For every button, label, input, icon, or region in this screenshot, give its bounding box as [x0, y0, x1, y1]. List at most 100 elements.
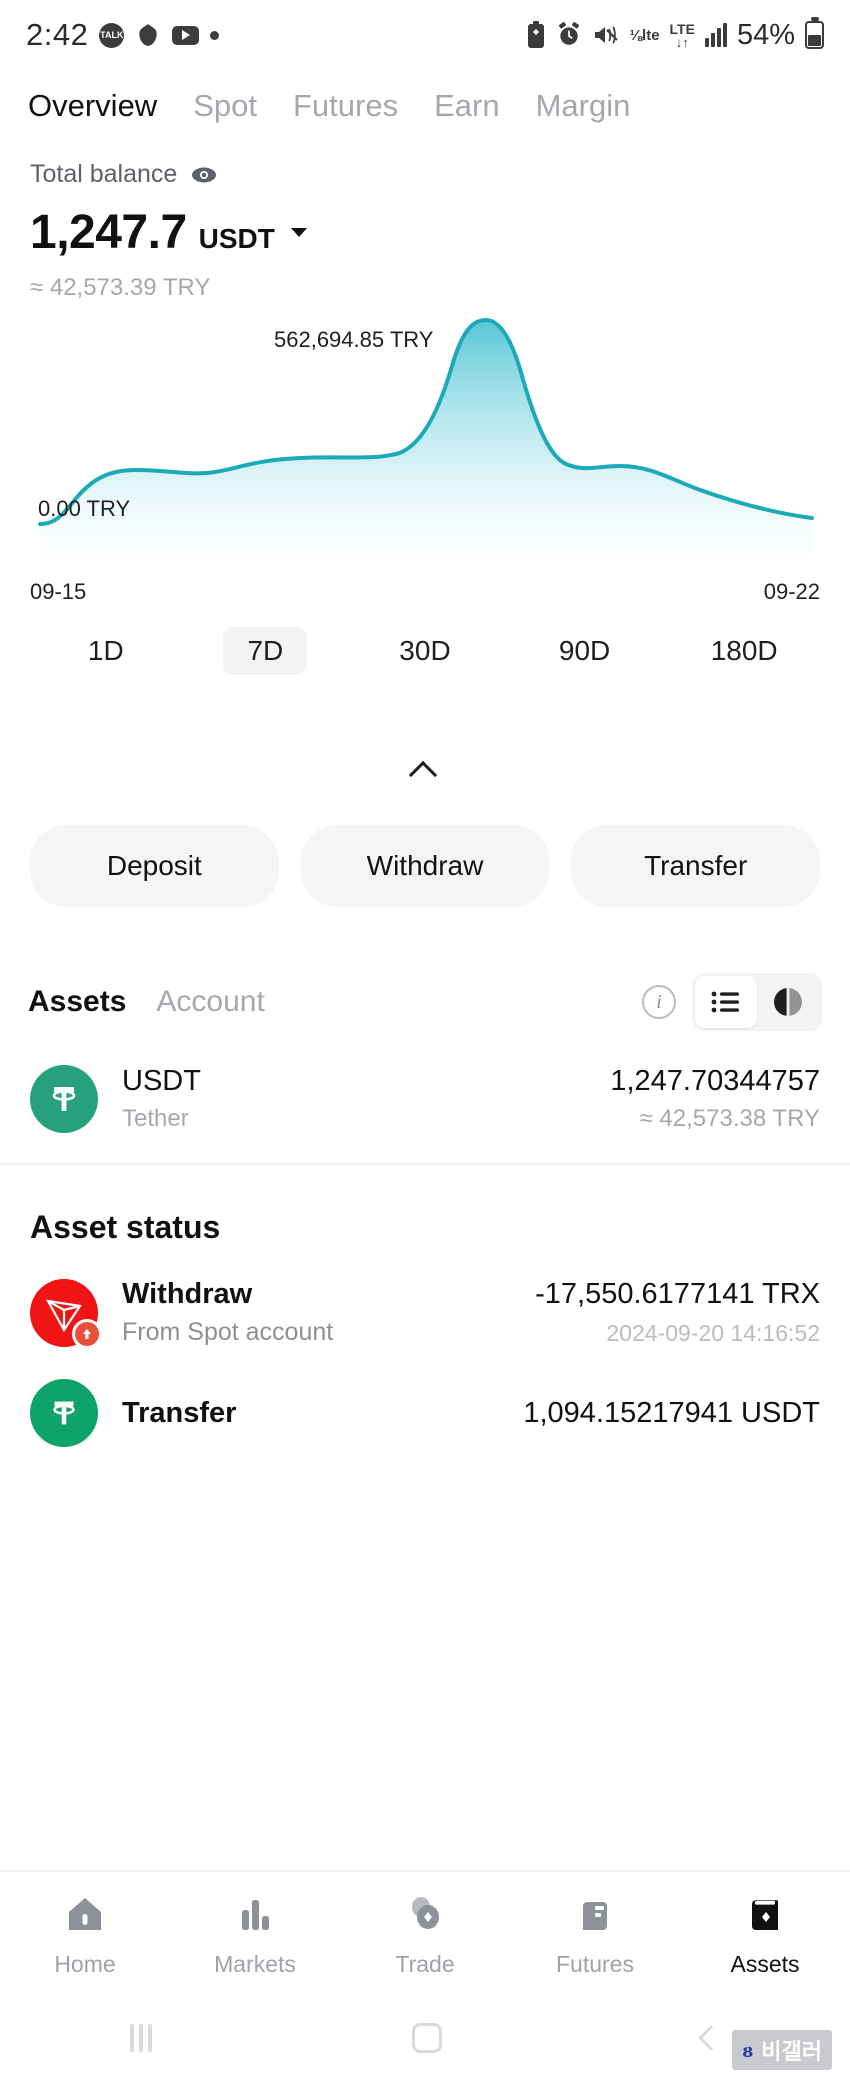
eye-icon[interactable]: [191, 166, 217, 184]
nav-markets[interactable]: Markets: [170, 1892, 340, 1978]
nav-home-label: Home: [54, 1951, 116, 1977]
nav-assets[interactable]: Assets: [680, 1892, 850, 1978]
lte-icon: LTE ↓↑: [669, 20, 695, 50]
action-buttons: Deposit Withdraw Transfer: [0, 783, 850, 907]
alarm-icon: [556, 22, 582, 48]
asset-status-row-transfer[interactable]: Transfer 1,094.15217941 USDT: [0, 1347, 850, 1447]
status-bar: 2:42 TALK ⅛lte LTE ↓↑ 54%: [0, 0, 850, 70]
wallet-icon: [743, 1892, 787, 1941]
balance-section: Total balance 1,247.7 USDT ≈ 42,573.39 T…: [0, 132, 850, 302]
tab-earn[interactable]: Earn: [434, 88, 499, 124]
status-bar-right: ⅛lte LTE ↓↑ 54%: [526, 17, 824, 52]
tab-account[interactable]: Account: [156, 985, 264, 1019]
back-button[interactable]: [698, 2025, 724, 2051]
chart-min-label: 0.00 TRY: [38, 496, 131, 521]
watermark-text: 비갤러: [761, 2039, 822, 2064]
assets-header: Assets Account i: [0, 907, 850, 1031]
collapse-toggle[interactable]: [0, 753, 850, 783]
swish-icon: [135, 22, 161, 48]
nav-futures-label: Futures: [556, 1951, 634, 1977]
status-bar-left: 2:42 TALK: [26, 17, 220, 53]
info-icon[interactable]: i: [642, 985, 676, 1019]
asset-status-title: Asset status: [30, 1209, 221, 1245]
bottom-nav: Home Markets Trade Futures Assets: [0, 1870, 850, 1998]
deposit-button[interactable]: Deposit: [30, 825, 279, 907]
range-30d[interactable]: 30D: [345, 627, 505, 675]
range-180d[interactable]: 180D: [664, 627, 824, 675]
list-view-icon[interactable]: [695, 976, 757, 1028]
asset-list-item-usdt[interactable]: USDT Tether 1,247.70344757 ≈ 42,573.38 T…: [0, 1031, 850, 1163]
status-time: 2024-09-20 14:16:52: [606, 1320, 820, 1346]
tab-assets[interactable]: Assets: [28, 985, 126, 1019]
chart-area-fill: [40, 320, 812, 573]
futures-icon: [573, 1892, 617, 1941]
home-icon: [63, 1892, 107, 1941]
status-values: 1,094.15217941 USDT: [523, 1397, 820, 1430]
range-7d[interactable]: 7D: [223, 627, 308, 675]
home-button[interactable]: [412, 2023, 442, 2053]
recents-button[interactable]: [130, 2024, 152, 2052]
balance-currency: USDT: [198, 223, 275, 254]
chart-max-label: 562,694.85 TRY: [274, 327, 434, 352]
asset-amount: 1,247.70344757: [610, 1065, 820, 1097]
coins-icon: [403, 1892, 447, 1941]
balance-chart[interactable]: 562,694.85 TRY 0.00 TRY: [0, 318, 850, 573]
mute-icon: [592, 22, 620, 48]
pie-view-icon[interactable]: [757, 976, 819, 1028]
withdraw-button[interactable]: Withdraw: [300, 825, 550, 907]
asset-values: 1,247.70344757 ≈ 42,573.38 TRY: [610, 1065, 820, 1133]
nav-trade[interactable]: Trade: [340, 1892, 510, 1978]
range-90d[interactable]: 90D: [505, 627, 665, 675]
tab-overview[interactable]: Overview: [28, 88, 157, 124]
balance-main-row[interactable]: 1,247.7 USDT: [30, 205, 820, 260]
watermark-logo-icon: ᴕ: [742, 2037, 754, 2062]
youtube-icon: [172, 25, 200, 45]
range-selector: 1D 7D 30D 90D 180D: [0, 627, 850, 675]
balance-label-row: Total balance: [30, 160, 820, 189]
range-1d[interactable]: 1D: [26, 627, 186, 675]
usdt-icon-small: [30, 1379, 98, 1447]
asset-meta: USDT Tether: [122, 1065, 201, 1133]
chart-axis-row: 09-15 09-22: [0, 573, 850, 605]
tab-spot[interactable]: Spot: [193, 88, 257, 124]
total-balance-label: Total balance: [30, 160, 178, 188]
status-type: Transfer: [122, 1396, 237, 1429]
kakaotalk-icon: TALK: [99, 22, 125, 48]
status-source: From Spot account: [122, 1318, 334, 1346]
nav-trade-label: Trade: [395, 1951, 455, 1977]
assets-tools: i: [642, 973, 822, 1031]
asset-status-row-withdraw[interactable]: Withdraw From Spot account -17,550.61771…: [0, 1246, 850, 1349]
view-toggle: [692, 973, 822, 1031]
android-system-nav: ᴕ 비갤러: [0, 1998, 850, 2078]
volte-icon: ⅛lte: [629, 26, 660, 44]
status-time: 2:42: [26, 17, 89, 52]
asset-symbol: USDT: [122, 1065, 201, 1097]
top-tab-bar: Overview Spot Futures Earn Margin: [0, 70, 850, 132]
bar-chart-icon: [233, 1892, 277, 1941]
chevron-up-icon[interactable]: [410, 753, 440, 783]
status-meta: Withdraw From Spot account: [122, 1278, 333, 1347]
nav-home[interactable]: Home: [0, 1892, 170, 1978]
status-meta: Transfer: [122, 1397, 236, 1430]
balance-approx: ≈ 42,573.39 TRY: [30, 274, 211, 301]
battery-percent: 54%: [736, 18, 795, 51]
chart-svg: [38, 318, 814, 573]
battery-icon: [805, 17, 824, 49]
chart-x-end: 09-22: [763, 579, 820, 604]
dot-icon: [210, 30, 220, 40]
signal-icon: [704, 23, 727, 47]
tron-icon: [30, 1278, 102, 1349]
app-screen: 2:42 TALK ⅛lte LTE ↓↑ 54% Overview Spot …: [0, 0, 850, 2078]
watermark: ᴕ 비갤러: [732, 2030, 832, 2070]
transfer-button[interactable]: Transfer: [571, 825, 821, 907]
asset-name: Tether: [122, 1105, 189, 1132]
tab-margin[interactable]: Margin: [536, 88, 631, 124]
chevron-down-icon[interactable]: [290, 228, 307, 237]
usdt-icon: [30, 1065, 98, 1133]
chart-x-start: 09-15: [30, 579, 87, 604]
balance-amount: 1,247.7: [30, 206, 187, 259]
nav-assets-label: Assets: [730, 1951, 800, 1977]
nav-futures[interactable]: Futures: [510, 1892, 680, 1978]
tab-futures[interactable]: Futures: [293, 88, 398, 124]
withdraw-arrow-icon: [72, 1318, 102, 1349]
